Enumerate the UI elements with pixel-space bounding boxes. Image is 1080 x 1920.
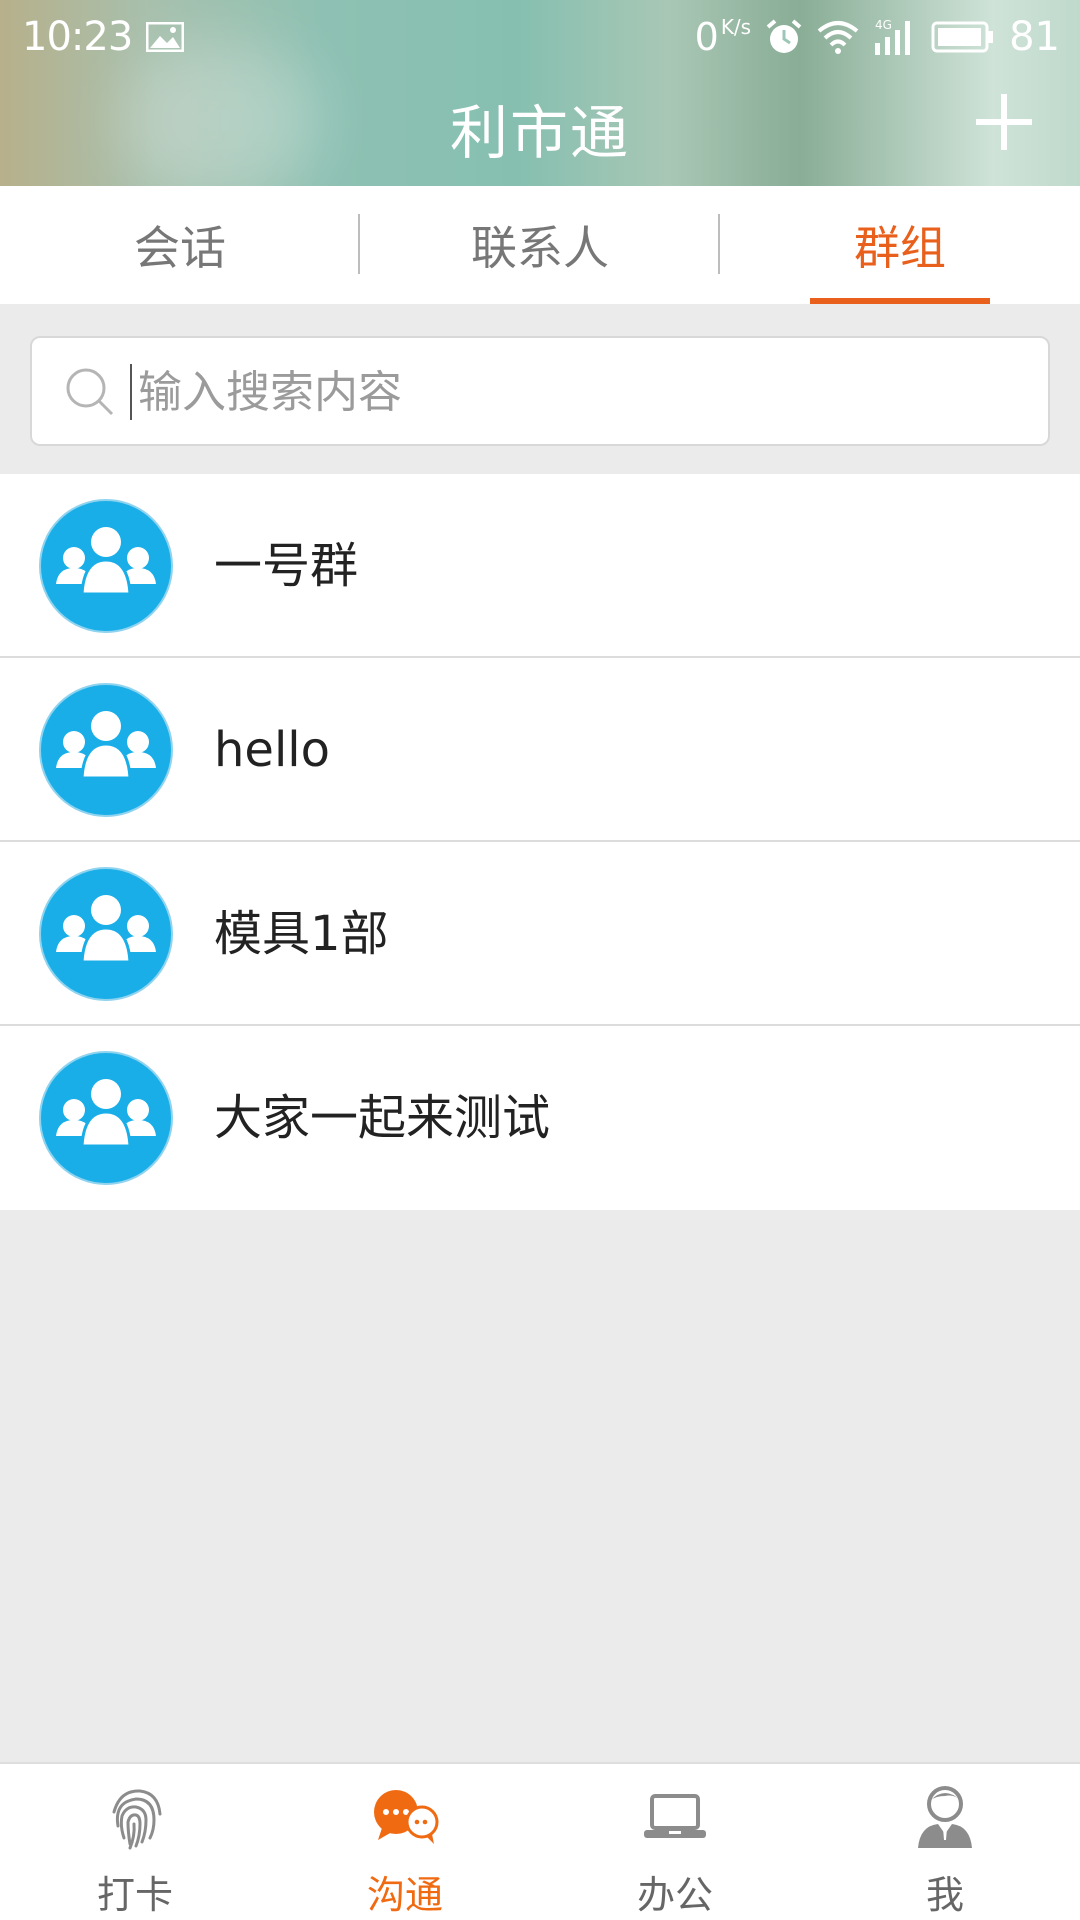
net-speed-value: 0 [694, 15, 719, 59]
app-title: 利市通 [449, 99, 630, 167]
search-input[interactable] [136, 356, 1000, 428]
net-speed: 0 K/s [695, 15, 751, 59]
list-item[interactable]: hello [0, 658, 1080, 842]
nav-item-office[interactable]: 办公 [540, 1764, 810, 1920]
status-time: 10:23 [22, 14, 133, 60]
person-icon [918, 1786, 972, 1848]
text-caret [130, 364, 132, 420]
group-avatar-icon [39, 867, 173, 1001]
group-name: hello [214, 722, 330, 778]
fingerprint-icon [112, 1789, 162, 1850]
battery-icon [931, 21, 994, 53]
status-icons: 0 K/s 4G 81 [695, 12, 1060, 62]
nav-label: 我 [925, 1873, 964, 1917]
net-speed-unit: K/s [720, 15, 752, 39]
search-area [0, 304, 1080, 474]
app-header: 10:23 0 K/s 4G 81 利市通 [0, 0, 1080, 186]
tab-label: 联系人 [471, 221, 609, 275]
plus-icon[interactable] [974, 92, 1034, 152]
signal-4g-icon: 4G [875, 18, 911, 55]
status-bar: 10:23 0 K/s 4G 81 [0, 0, 1080, 74]
nav-label: 办公 [636, 1873, 713, 1917]
search-box[interactable] [30, 336, 1050, 446]
battery-level: 81 [1009, 14, 1060, 60]
search-icon [66, 368, 114, 416]
alarm-icon [766, 19, 802, 53]
nav-item-chat[interactable]: 沟通 [270, 1764, 540, 1920]
nav-label: 沟通 [366, 1873, 443, 1917]
image-icon [146, 22, 184, 52]
nav-label: 打卡 [96, 1873, 173, 1917]
group-avatar-icon [39, 499, 173, 633]
tab-label: 群组 [854, 221, 946, 275]
list-item[interactable]: 大家一起来测试 [0, 1026, 1080, 1210]
group-list: 一号群 hello 模具1部 大家一起来测试 [0, 474, 1080, 1210]
nav-item-checkin[interactable]: 打卡 [0, 1764, 270, 1920]
nav-item-me[interactable]: 我 [810, 1764, 1080, 1920]
bottom-nav: 打卡 沟通 办公 我 [0, 1762, 1080, 1920]
group-avatar-icon [39, 683, 173, 817]
group-avatar-icon [39, 1051, 173, 1185]
group-name: 大家一起来测试 [214, 1090, 551, 1146]
list-item[interactable]: 一号群 [0, 474, 1080, 658]
tab-contacts[interactable]: 联系人 [360, 186, 720, 304]
tab-bar: 会话 联系人 群组 [0, 186, 1080, 304]
tab-groups[interactable]: 群组 [720, 186, 1080, 304]
list-item[interactable]: 模具1部 [0, 842, 1080, 1026]
tab-label: 会话 [134, 221, 226, 275]
svg-text:4G: 4G [875, 18, 892, 32]
tab-conversations[interactable]: 会话 [0, 186, 360, 304]
laptop-icon [644, 1794, 706, 1838]
group-name: 模具1部 [214, 906, 389, 962]
chat-icon [374, 1790, 439, 1844]
wifi-icon [817, 21, 859, 54]
group-name: 一号群 [214, 538, 359, 594]
